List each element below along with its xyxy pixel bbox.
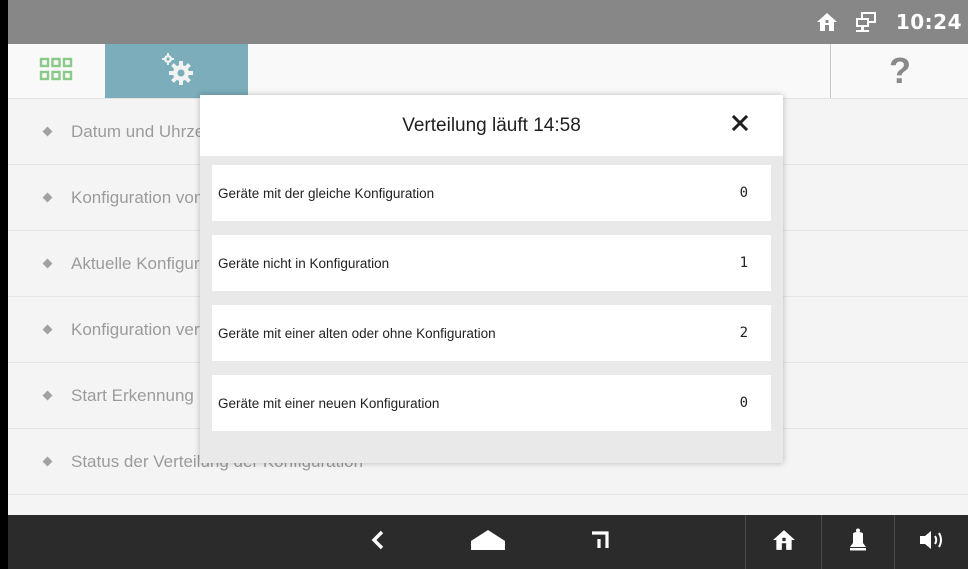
device-screen: 10:24 ? Datum und Uhrzeit Konfiguration … <box>8 0 968 569</box>
dialog-title: Verteilung läuft 14:58 <box>402 114 581 136</box>
row-label: Geräte mit einer neuen Konfiguration <box>218 395 440 411</box>
home-icon <box>772 529 796 555</box>
close-icon <box>731 114 749 135</box>
navigation-bar <box>8 515 968 569</box>
row-label: Geräte mit der gleiche Konfiguration <box>218 185 435 201</box>
status-row: Geräte mit der gleiche Konfiguration 0 <box>212 165 771 221</box>
row-count: 1 <box>739 255 748 271</box>
home-shortcut-button[interactable] <box>746 515 821 569</box>
close-button[interactable] <box>725 110 755 140</box>
row-label: Geräte mit einer alten oder ohne Konfigu… <box>218 325 496 341</box>
distribution-dialog: Verteilung läuft 14:58 Geräte mit der gl… <box>200 95 783 463</box>
recent-apps-button[interactable] <box>580 515 620 569</box>
dialog-header: Verteilung läuft 14:58 <box>200 95 783 156</box>
row-count: 0 <box>739 395 748 411</box>
bell-button[interactable] <box>822 515 894 569</box>
row-count: 2 <box>739 325 748 341</box>
dialog-rows: Geräte mit der gleiche Konfiguration 0 G… <box>200 156 783 431</box>
speaker-icon <box>918 529 946 555</box>
bell-icon <box>849 528 867 556</box>
back-icon <box>371 530 385 554</box>
back-button[interactable] <box>358 515 398 569</box>
volume-button[interactable] <box>895 515 968 569</box>
row-count: 0 <box>739 185 748 201</box>
recent-apps-icon <box>590 530 610 554</box>
status-row: Geräte nicht in Konfiguration 1 <box>212 235 771 291</box>
status-row: Geräte mit einer alten oder ohne Konfigu… <box>212 305 771 361</box>
row-label: Geräte nicht in Konfiguration <box>218 255 390 271</box>
home-shape-icon <box>470 529 506 555</box>
status-row: Geräte mit einer neuen Konfiguration 0 <box>212 375 771 431</box>
home-nav-button[interactable] <box>463 515 513 569</box>
